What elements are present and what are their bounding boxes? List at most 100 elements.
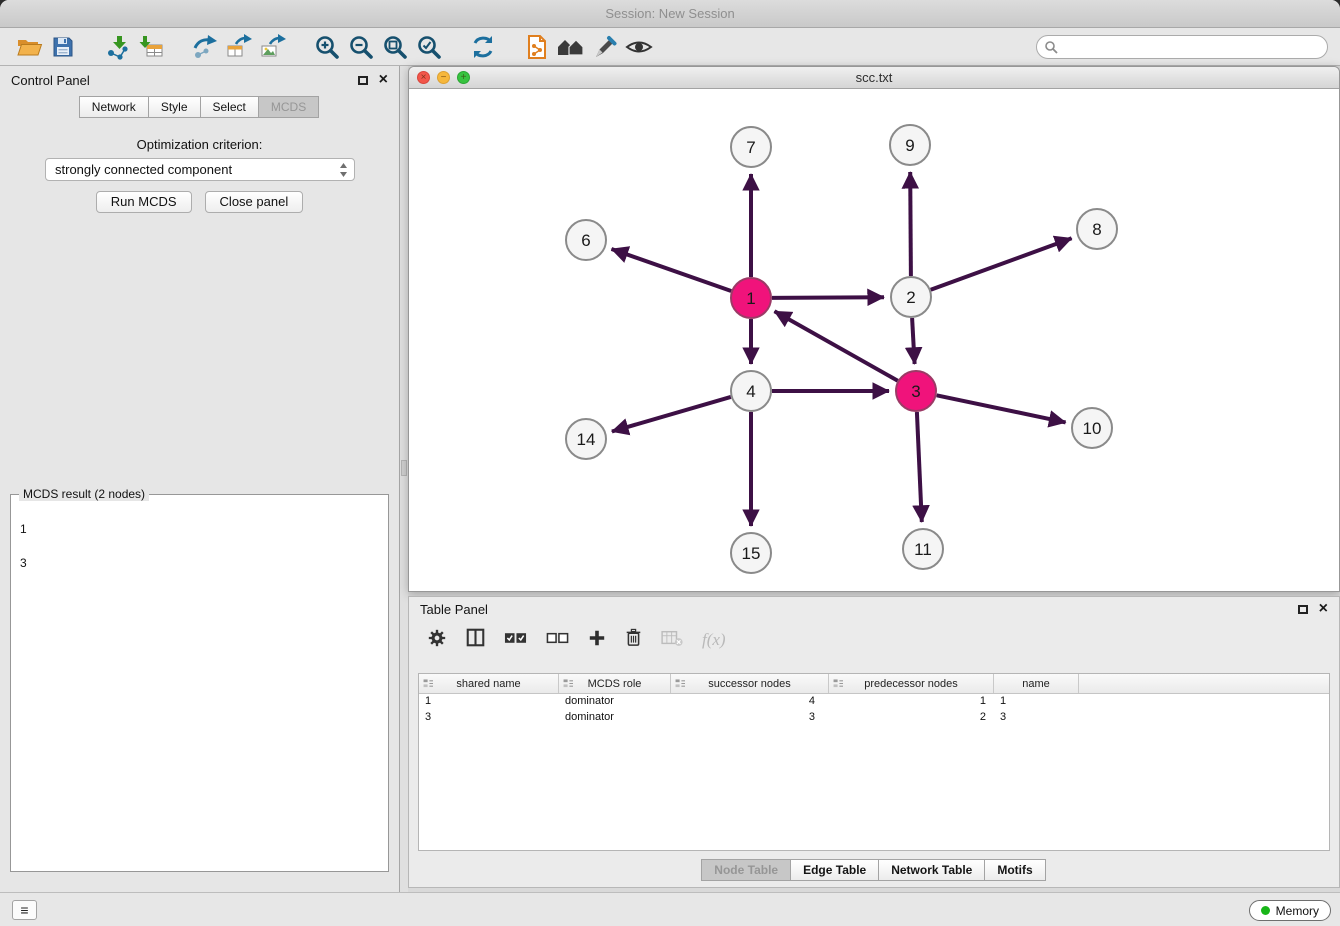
- show-hide-button[interactable]: [622, 31, 656, 63]
- export-image-button[interactable]: [256, 31, 290, 63]
- table-panel-header: Table Panel ×: [409, 597, 1339, 621]
- memory-button[interactable]: Memory: [1249, 900, 1331, 921]
- network-window: × − + scc.txt 7 9 6 8 1 2 4 3 14 10 15 11: [408, 66, 1340, 592]
- edge-3-10[interactable]: [937, 395, 1066, 422]
- network-canvas[interactable]: 7 9 6 8 1 2 4 3 14 10 15 11: [409, 89, 1339, 591]
- optimization-criterion-select[interactable]: strongly connected component: [45, 158, 355, 181]
- column-header-mcds-role[interactable]: MCDS role: [559, 674, 671, 693]
- node-11[interactable]: 11: [903, 529, 943, 569]
- network-window-titlebar[interactable]: × − + scc.txt: [409, 67, 1339, 89]
- splitter-handle[interactable]: [401, 460, 407, 476]
- cell-successor-nodes[interactable]: 4: [671, 694, 829, 710]
- tab-edge-table[interactable]: Edge Table: [790, 859, 879, 881]
- node-14[interactable]: 14: [566, 419, 606, 459]
- edge-4-14[interactable]: [612, 397, 731, 432]
- zoom-out-button[interactable]: [344, 31, 378, 63]
- zoom-in-button[interactable]: [310, 31, 344, 63]
- edge-3-1[interactable]: [775, 311, 898, 380]
- edge-2-3[interactable]: [912, 318, 915, 364]
- close-panel-icon[interactable]: ×: [379, 74, 388, 86]
- zoom-selected-button[interactable]: [412, 31, 446, 63]
- float-table-panel-icon[interactable]: [1298, 605, 1308, 614]
- cell-mcds-role[interactable]: dominator: [559, 694, 671, 710]
- cell-predecessor-nodes[interactable]: 1: [829, 694, 994, 710]
- edge-2-8[interactable]: [931, 238, 1072, 289]
- first-neighbors-icon: [556, 35, 586, 59]
- app-titlebar: Session: New Session: [0, 0, 1340, 28]
- edge-1-6[interactable]: [612, 249, 732, 291]
- cell-successor-nodes[interactable]: 3: [671, 710, 829, 726]
- memory-status-dot: [1261, 906, 1270, 915]
- edge-3-11[interactable]: [917, 412, 922, 522]
- import-network-icon: [104, 34, 130, 60]
- delete-column-button[interactable]: [625, 628, 642, 652]
- cell-shared-name[interactable]: 1: [419, 694, 559, 710]
- node-1[interactable]: 1: [731, 278, 771, 318]
- main-toolbar: [0, 28, 1340, 66]
- cell-name[interactable]: 1: [994, 694, 1079, 710]
- close-panel-button[interactable]: Close panel: [205, 191, 304, 213]
- show-columns-button[interactable]: [466, 628, 485, 652]
- column-header-shared-name[interactable]: shared name: [419, 674, 559, 693]
- mcds-result-box: MCDS result (2 nodes) 1 3: [10, 494, 389, 872]
- tab-mcds[interactable]: MCDS: [258, 96, 319, 118]
- maximize-window-icon[interactable]: +: [457, 71, 470, 84]
- edge-1-2[interactable]: [772, 297, 884, 298]
- zoom-fit-button[interactable]: [378, 31, 412, 63]
- search-input[interactable]: [1036, 35, 1328, 59]
- export-network-icon: [192, 34, 218, 60]
- save-session-button[interactable]: [46, 31, 80, 63]
- node-10[interactable]: 10: [1072, 408, 1112, 448]
- unselect-all-columns-button[interactable]: [546, 631, 569, 650]
- first-neighbors-button[interactable]: [554, 31, 588, 63]
- unchecked-boxes-icon: [546, 631, 569, 645]
- panel-splitter[interactable]: [400, 66, 408, 892]
- node-15[interactable]: 15: [731, 533, 771, 573]
- close-window-icon[interactable]: ×: [417, 71, 430, 84]
- create-column-button[interactable]: [588, 629, 606, 652]
- minimize-window-icon[interactable]: −: [437, 71, 450, 84]
- cell-name[interactable]: 3: [994, 710, 1079, 726]
- import-table-button[interactable]: [134, 31, 168, 63]
- node-7[interactable]: 7: [731, 127, 771, 167]
- cell-predecessor-nodes[interactable]: 2: [829, 710, 994, 726]
- table-panel-tabs: Node Table Edge Table Network Table Moti…: [409, 859, 1339, 881]
- refresh-button[interactable]: [466, 31, 500, 63]
- mcds-result-item: 1: [20, 521, 379, 538]
- tab-motifs[interactable]: Motifs: [984, 859, 1045, 881]
- menu-icon: ≡: [20, 902, 28, 918]
- node-8[interactable]: 8: [1077, 209, 1117, 249]
- import-network-button[interactable]: [100, 31, 134, 63]
- table-settings-button[interactable]: [427, 628, 447, 653]
- close-table-panel-icon[interactable]: ×: [1319, 603, 1328, 615]
- network-window-title: scc.txt: [856, 70, 893, 85]
- node-3[interactable]: 3: [896, 371, 936, 411]
- apply-style-button[interactable]: [588, 31, 622, 63]
- network-file-button[interactable]: [520, 31, 554, 63]
- cell-shared-name[interactable]: 3: [419, 710, 559, 726]
- table-row[interactable]: 3 dominator 3 2 3: [419, 710, 1329, 726]
- tab-node-table[interactable]: Node Table: [701, 859, 791, 881]
- node-6[interactable]: 6: [566, 220, 606, 260]
- node-2[interactable]: 2: [891, 277, 931, 317]
- open-session-button[interactable]: [12, 31, 46, 63]
- node-9[interactable]: 9: [890, 125, 930, 165]
- edge-2-9[interactable]: [910, 172, 911, 276]
- select-all-columns-button[interactable]: [504, 631, 527, 650]
- tab-select[interactable]: Select: [200, 96, 259, 118]
- mcds-result-list[interactable]: 1 3: [11, 495, 388, 598]
- export-network-button[interactable]: [188, 31, 222, 63]
- tab-style[interactable]: Style: [148, 96, 201, 118]
- cell-mcds-role[interactable]: dominator: [559, 710, 671, 726]
- column-header-name[interactable]: name: [994, 674, 1079, 693]
- tab-network[interactable]: Network: [79, 96, 149, 118]
- menu-button[interactable]: ≡: [12, 900, 37, 920]
- export-table-button[interactable]: [222, 31, 256, 63]
- run-mcds-button[interactable]: Run MCDS: [96, 191, 192, 213]
- table-row[interactable]: 1 dominator 4 1 1: [419, 694, 1329, 710]
- tab-network-table[interactable]: Network Table: [878, 859, 985, 881]
- column-header-successor-nodes[interactable]: successor nodes: [671, 674, 829, 693]
- float-panel-icon[interactable]: [358, 76, 368, 85]
- node-4[interactable]: 4: [731, 371, 771, 411]
- column-header-predecessor-nodes[interactable]: predecessor nodes: [829, 674, 994, 693]
